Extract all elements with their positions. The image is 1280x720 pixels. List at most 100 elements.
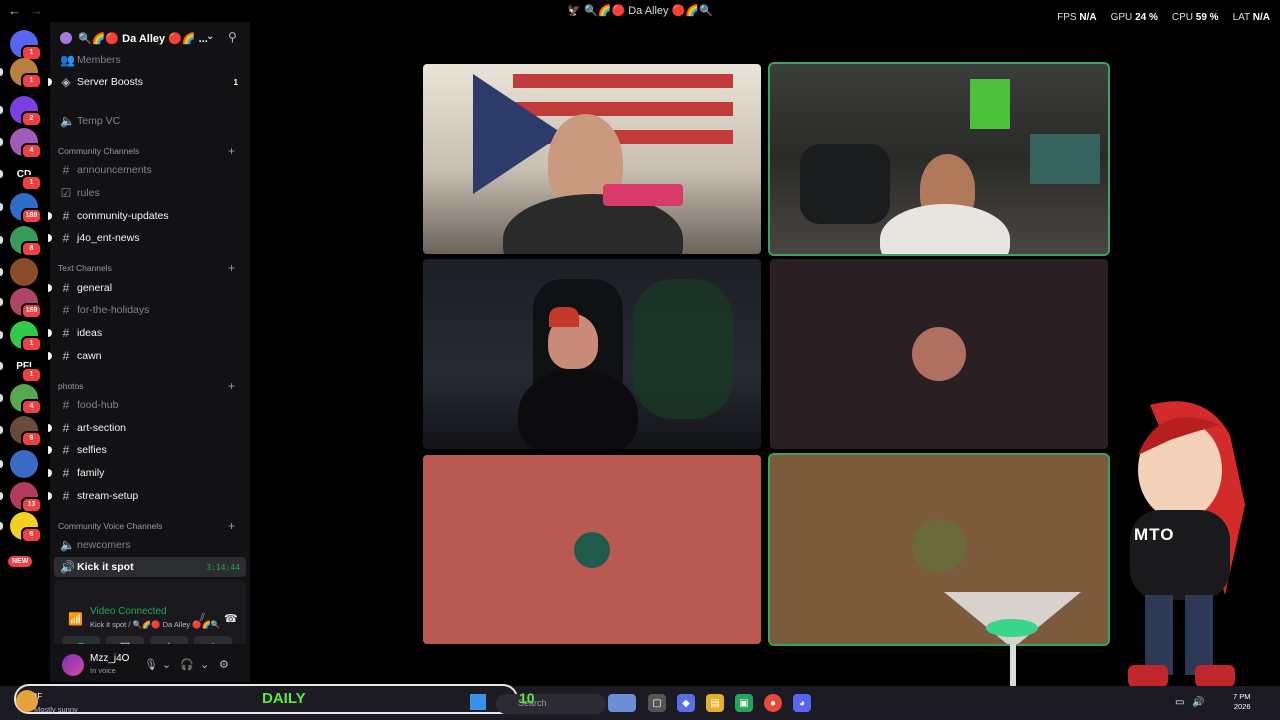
category-label: Community Channels: [58, 146, 140, 156]
network-icon[interactable]: ▭: [1175, 697, 1184, 708]
clock-date: 2026: [1233, 702, 1251, 711]
channel-food-hub[interactable]: # food-hub: [50, 395, 250, 415]
unread-indicator: [48, 492, 52, 500]
channel-community-updates[interactable]: # community-updates: [48, 206, 250, 226]
server-icon[interactable]: 189: [10, 193, 42, 224]
server-icon[interactable]: 4: [10, 384, 42, 415]
copilot-icon[interactable]: ◆: [677, 694, 695, 712]
server-icon[interactable]: 1: [10, 58, 42, 89]
microphone-prop: [603, 184, 683, 206]
video-tile-5[interactable]: [423, 455, 761, 644]
server-icon[interactable]: 4: [10, 128, 42, 159]
voice-status[interactable]: Video Connected: [90, 606, 167, 617]
widgets-icon[interactable]: [608, 694, 636, 712]
channel-label: cawn: [77, 350, 102, 362]
volume-icon[interactable]: 🔊: [1192, 697, 1204, 708]
participant-avatar: [912, 327, 966, 381]
streaming-app-icon[interactable]: ▣: [735, 694, 753, 712]
invite-icon[interactable]: ⚲: [228, 30, 237, 44]
channel-members[interactable]: 👥 Members: [50, 50, 250, 70]
video-tile-3[interactable]: [423, 259, 761, 449]
taskbar-clock[interactable]: 7 PM 2026: [1233, 692, 1251, 712]
unread-pill: [0, 460, 3, 468]
channel-rules[interactable]: ☑ rules: [50, 183, 250, 203]
chevron-down-icon[interactable]: ⌄: [206, 31, 214, 42]
channel-art-section[interactable]: # art-section: [48, 418, 250, 438]
daily-label: DAILY: [262, 690, 306, 707]
server-icon[interactable]: PFI 1: [10, 352, 42, 383]
chevron-down-icon[interactable]: ⌄: [162, 658, 171, 671]
performance-overlay: FPS N/A GPU 24 % CPU 59 % LAT N/A: [1057, 12, 1270, 23]
channel-family[interactable]: # family: [48, 463, 250, 483]
video-tile-4[interactable]: [770, 259, 1108, 449]
unread-indicator: [48, 78, 52, 86]
channel-cawn[interactable]: # cawn: [48, 346, 250, 366]
server-icon[interactable]: 9: [10, 416, 42, 447]
channel-kick-it-spot[interactable]: 🔊 Kick it spot 3:14:44: [54, 557, 246, 577]
channel-temp-vc[interactable]: 🔈 Temp VC: [50, 111, 250, 131]
channel-for-the-holidays[interactable]: # for-the-holidays: [50, 300, 250, 320]
category-photos[interactable]: photos +: [50, 379, 250, 393]
username[interactable]: Mzz_j4O: [90, 653, 129, 664]
file-explorer-icon[interactable]: ▤: [706, 694, 724, 712]
unread-indicator: [48, 212, 52, 220]
category-text-channels[interactable]: Text Channels +: [50, 261, 250, 275]
channel-selfies[interactable]: # selfies: [48, 440, 250, 460]
signal-icon[interactable]: 📶: [68, 612, 83, 626]
server-icon[interactable]: [10, 450, 38, 478]
hash-icon: #: [62, 281, 70, 295]
server-icon[interactable]: [10, 258, 38, 286]
category-community-channels[interactable]: Community Channels +: [50, 144, 250, 158]
boost-icon: ◈: [61, 75, 71, 89]
avatar[interactable]: [62, 654, 84, 676]
add-channel-icon[interactable]: +: [228, 261, 235, 275]
cpu-value: 59 %: [1195, 12, 1219, 23]
microphone-icon[interactable]: 🎙: [144, 658, 158, 671]
add-channel-icon[interactable]: +: [228, 379, 235, 393]
channel-general[interactable]: # general: [48, 278, 250, 298]
settings-gear-icon[interactable]: ⚙: [219, 658, 229, 671]
channel-label: j4o_ent-news: [77, 232, 140, 244]
unread-indicator: [48, 352, 52, 360]
chrome-icon[interactable]: ●: [764, 694, 782, 712]
unread-pill: [0, 236, 3, 244]
disconnect-icon[interactable]: ☎: [224, 612, 238, 625]
chevron-down-icon[interactable]: ⌄: [200, 658, 209, 671]
discord-icon[interactable]: ◕: [793, 694, 811, 712]
server-icon[interactable]: 6: [10, 512, 42, 543]
server-icon[interactable]: 1: [10, 321, 42, 352]
windows-start-icon[interactable]: [470, 694, 486, 710]
christmas-tree: [633, 279, 733, 419]
server-icon[interactable]: 2: [10, 96, 42, 127]
add-channel-icon[interactable]: +: [228, 144, 235, 158]
channel-stream-setup[interactable]: # stream-setup: [48, 486, 250, 506]
participant-body: [880, 204, 1010, 254]
lat-label: LAT: [1232, 12, 1250, 23]
task-view-icon[interactable]: ▢: [648, 694, 666, 712]
clock-time: 7 PM: [1233, 692, 1251, 701]
weather-desc[interactable]: Mostly sunny: [34, 705, 78, 714]
server-icon[interactable]: 8: [10, 226, 42, 257]
video-tile-1[interactable]: [423, 64, 761, 254]
hash-icon: #: [62, 466, 70, 480]
hash-icon: #: [62, 231, 70, 245]
headphones-icon[interactable]: 🎧: [180, 658, 194, 671]
category-community-voice[interactable]: Community Voice Channels +: [50, 519, 250, 533]
video-tile-2[interactable]: [768, 62, 1110, 256]
channel-ideas[interactable]: # ideas: [48, 323, 250, 343]
channel-announcements[interactable]: # announcements: [50, 160, 250, 180]
channel-newcomers[interactable]: 🔈 newcomers: [50, 535, 250, 555]
participant-avatar: [912, 518, 966, 573]
speaker-icon: 🔊: [60, 560, 75, 574]
server-icon[interactable]: CD 1: [10, 160, 42, 191]
server-icon[interactable]: 1: [10, 30, 42, 61]
server-icon[interactable]: 13: [10, 482, 42, 513]
taskbar-search[interactable]: Search: [496, 694, 606, 714]
add-channel-icon[interactable]: +: [228, 519, 235, 533]
channel-label: art-section: [77, 422, 127, 434]
weather-temp[interactable]: °F: [34, 692, 42, 701]
channel-j4o-ent-news[interactable]: # j4o_ent-news: [48, 228, 250, 248]
noise-suppression-icon[interactable]: ⫽: [200, 612, 205, 625]
server-icon[interactable]: 169: [10, 288, 42, 319]
channel-server-boosts[interactable]: ◈ Server Boosts 1: [48, 72, 250, 92]
